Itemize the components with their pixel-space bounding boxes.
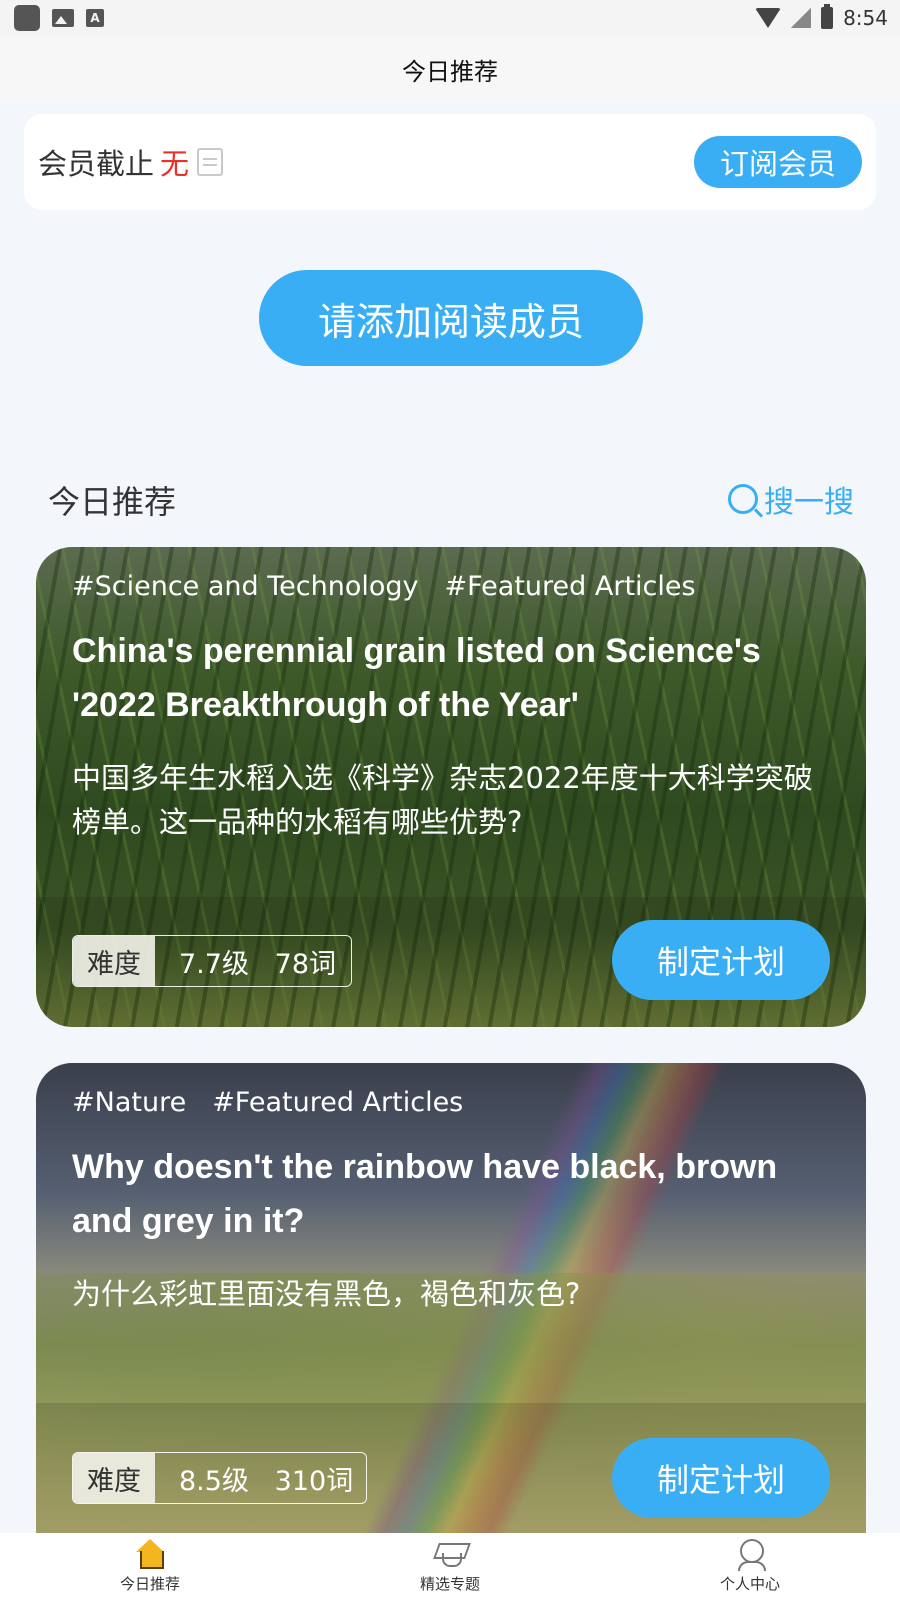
search-label: 搜一搜: [764, 485, 854, 520]
status-left-icons: A: [14, 5, 104, 31]
nav-item-today[interactable]: 今日推荐: [50, 1539, 250, 1594]
membership-label: 会员截止: [38, 147, 155, 181]
nav-label: 精选专题: [419, 1575, 480, 1593]
article-tags: #Nature #Featured Articles: [72, 1087, 830, 1118]
add-reading-member-button[interactable]: 请添加阅读成员: [259, 270, 643, 366]
search-icon: [728, 484, 758, 514]
app-icon: [14, 5, 40, 31]
wifi-icon: [755, 8, 782, 28]
article-tags: #Science and Technology #Featured Articl…: [72, 571, 830, 602]
status-right-icons: 8:54: [755, 4, 888, 30]
nav-label: 个人中心: [719, 1575, 780, 1593]
section-title: 今日推荐: [48, 483, 177, 521]
user-icon: [735, 1539, 766, 1571]
status-time: 8:54: [843, 6, 888, 30]
membership-value: 无: [160, 147, 190, 181]
article-tag[interactable]: #Featured Articles: [445, 571, 696, 602]
membership-card: 会员截止 无 订阅会员: [24, 114, 876, 210]
image-icon: [52, 9, 74, 27]
battery-charging-icon: [821, 4, 834, 29]
app-header: 今日推荐: [0, 36, 900, 102]
article-title: China's perennial grain listed on Scienc…: [72, 632, 761, 724]
difficulty-label: 难度: [73, 936, 155, 986]
article-description: 为什么彩虹里面没有黑色，褐色和灰色?: [72, 1277, 581, 1311]
search-button[interactable]: 搜一搜: [728, 477, 854, 521]
membership-info: 会员截止 无: [38, 141, 224, 183]
article-tag[interactable]: #Science and Technology: [72, 571, 419, 602]
home-icon: [135, 1539, 165, 1569]
make-plan-button[interactable]: 制定计划: [612, 920, 830, 1000]
article-card[interactable]: #Nature #Featured Articles Why doesn't t…: [36, 1063, 866, 1533]
article-tag[interactable]: #Nature: [72, 1087, 186, 1118]
nav-item-profile[interactable]: 个人中心: [650, 1539, 850, 1594]
difficulty-badge: 难度 8.5级 310词: [72, 1452, 367, 1504]
no-signal-icon: [791, 8, 812, 28]
subscribe-button[interactable]: 订阅会员: [694, 136, 862, 188]
difficulty-value: 7.7级 78词: [179, 948, 337, 980]
article-title: Why doesn't the rainbow have black, brow…: [72, 1148, 778, 1240]
page-title: 今日推荐: [402, 57, 498, 86]
difficulty-badge: 难度 7.7级 78词: [72, 935, 352, 987]
graduation-cap-icon: [434, 1539, 466, 1569]
article-card[interactable]: #Science and Technology #Featured Articl…: [36, 547, 866, 1027]
difficulty-label: 难度: [73, 1453, 155, 1503]
article-description: 中国多年生水稻入选《科学》杂志2022年度十大科学突破榜单。这一品种的水稻有哪些…: [72, 761, 813, 839]
article-tag[interactable]: #Featured Articles: [212, 1087, 463, 1118]
calendar-icon[interactable]: [197, 148, 224, 176]
make-plan-button[interactable]: 制定计划: [612, 1438, 830, 1518]
nav-label: 今日推荐: [119, 1575, 180, 1593]
bottom-nav: 今日推荐 精选专题 个人中心: [0, 1533, 900, 1600]
difficulty-value: 8.5级 310词: [179, 1465, 354, 1497]
text-icon: A: [86, 9, 104, 27]
nav-item-topics[interactable]: 精选专题: [350, 1539, 550, 1594]
status-bar: A 8:54: [0, 0, 900, 36]
